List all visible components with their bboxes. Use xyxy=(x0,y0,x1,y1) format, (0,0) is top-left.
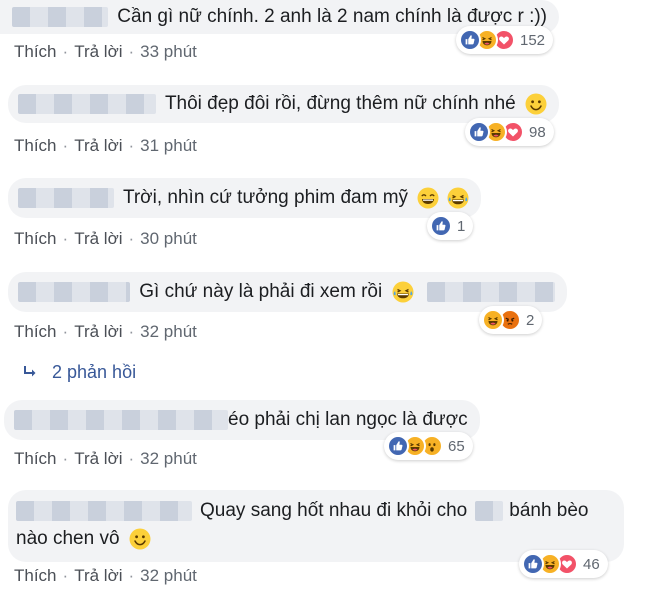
reaction-summary[interactable]: 46 xyxy=(519,550,608,578)
timestamp[interactable]: 30 phút xyxy=(140,229,197,248)
like-link[interactable]: Thích xyxy=(14,566,57,585)
reaction-count: 2 xyxy=(526,311,535,329)
tears-of-joy-emoji-icon xyxy=(392,281,414,303)
reaction-summary[interactable]: 1 xyxy=(427,212,474,240)
reply-link[interactable]: Trả lời xyxy=(74,229,122,248)
comment-bubble: Gì chứ này là phải đi xem rồi xyxy=(8,272,567,312)
comment-actions: Thích · Trả lời · 30 phút xyxy=(14,229,197,248)
reaction-count: 98 xyxy=(529,123,546,141)
like-icon xyxy=(459,29,481,51)
timestamp[interactable]: 32 phút xyxy=(140,566,197,585)
view-replies-link[interactable]: 2 phản hồi xyxy=(22,362,136,383)
blurred-mention xyxy=(426,281,555,302)
like-link[interactable]: Thích xyxy=(14,322,57,341)
timestamp[interactable]: 33 phút xyxy=(140,42,197,61)
grin-emoji-icon xyxy=(417,187,439,209)
reply-link[interactable]: Trả lời xyxy=(74,449,122,468)
like-icon xyxy=(387,435,409,457)
like-link[interactable]: Thích xyxy=(14,136,57,155)
comment-actions: Thích · Trả lời · 32 phút xyxy=(14,322,197,341)
comment-text-continued: bánh bèo xyxy=(509,500,589,521)
blurred-author-name xyxy=(18,281,130,302)
blurred-author-name xyxy=(12,6,108,27)
like-link[interactable]: Thích xyxy=(14,449,57,468)
reply-link[interactable]: Trả lời xyxy=(74,566,122,585)
reply-arrow-icon xyxy=(22,364,38,380)
reaction-summary[interactable]: 2 xyxy=(479,306,543,334)
reaction-summary[interactable]: 65 xyxy=(384,432,473,460)
replies-label: 2 phản hồi xyxy=(52,362,137,382)
tears-of-joy-emoji-icon xyxy=(447,187,469,209)
comment-actions: Thích · Trả lời · 33 phút xyxy=(14,42,197,61)
comment-actions: Thích · Trả lời · 31 phút xyxy=(14,136,197,155)
timestamp[interactable]: 32 phút xyxy=(140,322,197,341)
reply-link[interactable]: Trả lời xyxy=(74,322,122,341)
comment-actions: Thích · Trả lời · 32 phút xyxy=(14,449,197,468)
like-icon xyxy=(522,553,544,575)
like-link[interactable]: Thích xyxy=(14,229,57,248)
comment-actions: Thích · Trả lời · 32 phút xyxy=(14,566,197,585)
comment-text-line2: nào chen vô xyxy=(16,528,120,549)
blurred-author-name xyxy=(18,93,156,114)
reaction-summary[interactable]: 98 xyxy=(465,118,554,146)
comment-text: Gì chứ này là phải đi xem rồi xyxy=(139,281,383,302)
timestamp[interactable]: 31 phút xyxy=(140,136,197,155)
comment-text: Cần gì nữ chính. 2 anh là 2 nam chính là… xyxy=(117,6,548,27)
smile-emoji-icon xyxy=(525,93,547,115)
blurred-mention xyxy=(475,500,504,521)
like-icon xyxy=(468,121,490,143)
reaction-count: 152 xyxy=(520,31,546,49)
comment-bubble: Trời, nhìn cứ tưởng phim đam mỹ xyxy=(8,178,481,218)
reaction-count: 1 xyxy=(457,217,466,235)
smile-emoji-icon xyxy=(129,528,151,550)
blurred-author-name xyxy=(14,409,228,430)
haha-icon xyxy=(482,309,504,331)
comment-text: Thôi đẹp đôi rồi, đừng thêm nữ chính nhé xyxy=(164,93,516,114)
reply-link[interactable]: Trả lời xyxy=(74,42,122,61)
blurred-author-name xyxy=(16,500,192,521)
timestamp[interactable]: 32 phút xyxy=(140,449,197,468)
reaction-count: 46 xyxy=(583,555,600,573)
comment-text: Trời, nhìn cứ tưởng phim đam mỹ xyxy=(122,187,409,208)
comment-text: éo phải chị lan ngọc là được xyxy=(228,409,468,430)
reaction-summary[interactable]: 152 xyxy=(456,26,554,54)
reaction-count: 65 xyxy=(448,437,465,455)
reply-link[interactable]: Trả lời xyxy=(74,136,122,155)
like-icon xyxy=(430,215,452,237)
like-link[interactable]: Thích xyxy=(14,42,57,61)
comment-text: Quay sang hốt nhau đi khỏi cho xyxy=(200,500,468,521)
blurred-author-name xyxy=(18,187,114,208)
